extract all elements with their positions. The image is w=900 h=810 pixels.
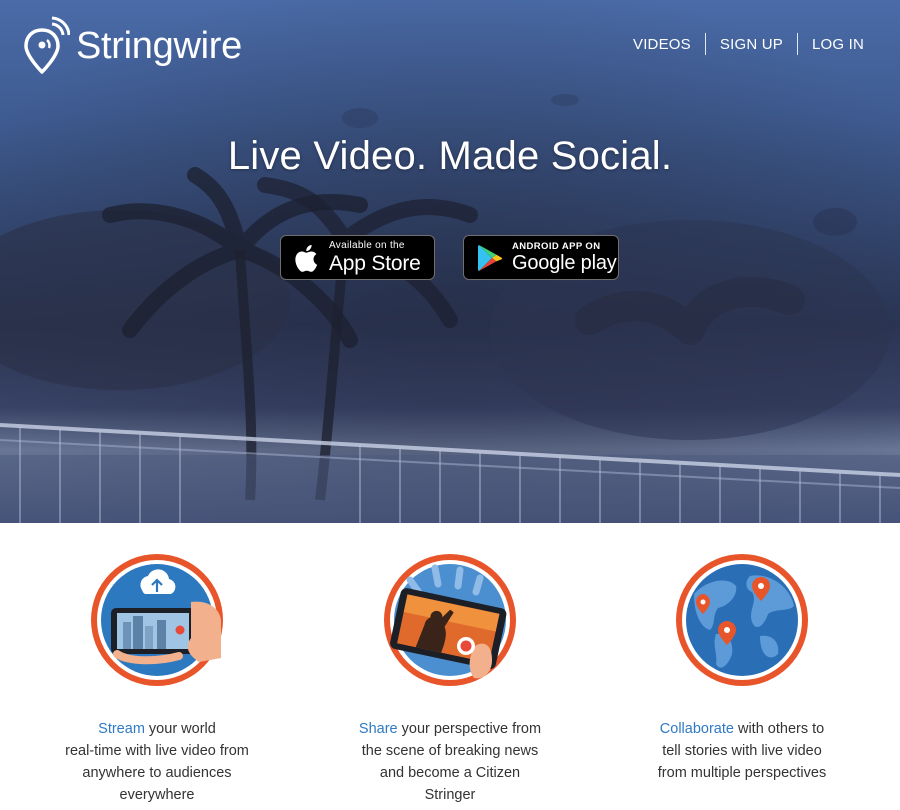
hero-section: Stringwire VIDEOS SIGN UP LOG IN Live Vi… <box>0 0 900 523</box>
google-play-button[interactable]: ANDROID APP ON Google play <box>463 235 619 280</box>
feature-collaborate-line: from multiple perspectives <box>657 765 827 781</box>
feature-share-line: the scene of breaking news <box>361 743 539 759</box>
feature-share: Share your perspective from the scene of… <box>340 523 560 806</box>
feature-stream: Stream your world real-time with live vi… <box>47 523 267 806</box>
feature-stream-line: real-time with live video from <box>65 743 249 759</box>
feature-stream-line: your world <box>144 721 216 737</box>
nav-signup-link[interactable]: SIGN UP <box>706 34 797 55</box>
feature-collaborate: Collaborate with others to tell stories … <box>632 523 852 784</box>
feature-stream-highlight[interactable]: Stream <box>98 721 145 737</box>
hero-background-image <box>0 0 900 523</box>
feature-collaborate-highlight[interactable]: Collaborate <box>660 721 734 737</box>
top-navigation: VIDEOS SIGN UP LOG IN <box>619 33 878 55</box>
google-play-text: ANDROID APP ON Google play <box>512 242 617 274</box>
share-feature-icon <box>384 554 516 686</box>
feature-collaborate-line: with others to <box>733 721 825 737</box>
globe-icon <box>676 554 808 686</box>
nav-videos-link[interactable]: VIDEOS <box>619 34 705 55</box>
app-store-button[interactable]: Available on the App Store <box>280 235 435 280</box>
phone-camera-icon <box>111 601 221 665</box>
google-play-icon <box>478 244 503 271</box>
feature-share-line: your perspective from <box>397 721 542 737</box>
location-signal-icon <box>24 16 70 74</box>
features-section: Stream your world real-time with live vi… <box>0 523 900 810</box>
google-play-big-label: Google play <box>512 252 617 275</box>
feature-stream-line: everywhere <box>119 787 195 803</box>
nav-login-link[interactable]: LOG IN <box>798 34 878 55</box>
app-store-text: Available on the App Store <box>329 240 421 275</box>
app-store-small-label: Available on the <box>329 240 405 251</box>
app-store-big-label: App Store <box>329 252 421 275</box>
google-play-small-label: ANDROID APP ON <box>512 240 601 252</box>
brand-logo[interactable]: Stringwire <box>22 16 242 76</box>
brand-name: Stringwire <box>76 25 242 67</box>
feature-collaborate-line: tell stories with live video <box>662 743 822 759</box>
feature-share-line: and become a Citizen <box>379 765 521 781</box>
hero-headline: Live Video. Made Social. <box>227 134 673 178</box>
feature-collaborate-text: Collaborate with others to tell stories … <box>632 718 852 784</box>
feature-stream-line: anywhere to audiences <box>82 765 232 781</box>
feature-share-highlight[interactable]: Share <box>359 721 398 737</box>
apple-icon <box>295 244 318 272</box>
feature-share-line: Stringer <box>424 787 476 803</box>
feature-stream-text: Stream your world real-time with live vi… <box>47 718 267 806</box>
feature-share-text: Share your perspective from the scene of… <box>340 718 560 806</box>
stream-feature-icon <box>91 554 223 686</box>
